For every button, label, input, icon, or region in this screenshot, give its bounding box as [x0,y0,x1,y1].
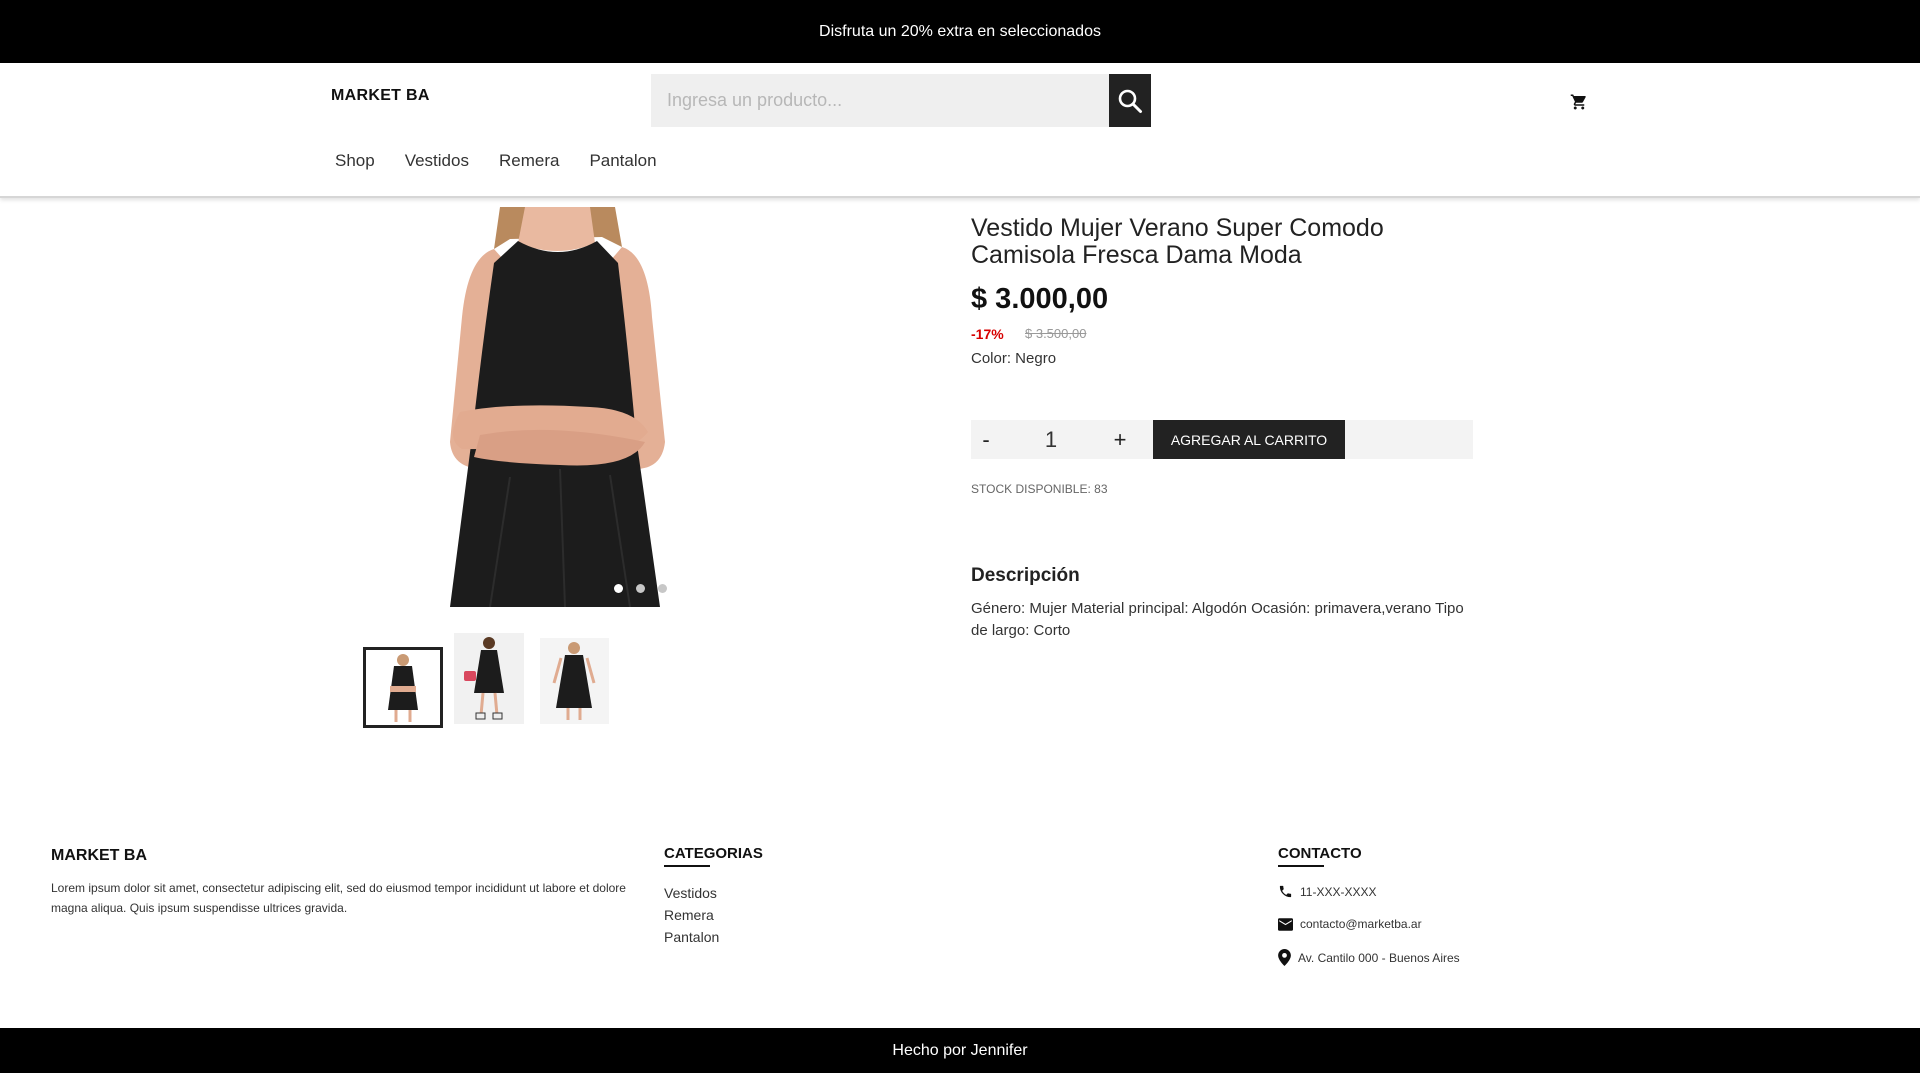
thumbnail-1[interactable] [363,647,443,728]
search-bar [651,74,1151,127]
footer-credit: Hecho por Jennifer [892,1041,1028,1059]
thumbnail-2[interactable] [454,633,524,724]
old-price: $ 3.500,00 [1025,326,1087,341]
contact-email: contacto@marketba.ar [1278,917,1422,931]
quantity-decrease-button[interactable]: - [971,420,1001,459]
contact-phone: 11-XXX-XXXX [1278,884,1376,899]
footer-credit-bar: Hecho por Jennifer [0,1028,1920,1073]
contact-address-text: Av. Cantilo 000 - Buenos Aires [1298,950,1460,965]
carousel-dot-1[interactable] [614,584,623,593]
discount-badge: -17% [971,326,1004,342]
product-photo [450,207,665,607]
product-main-image[interactable] [390,207,720,607]
nav-remera[interactable]: Remera [499,151,559,171]
carousel-dots [614,584,667,593]
nav-shop[interactable]: Shop [335,151,375,171]
contact-email-text[interactable]: contacto@marketba.ar [1300,917,1422,931]
nav-vestidos[interactable]: Vestidos [405,151,469,171]
footer-about: Lorem ipsum dolor sit amet, consectetur … [51,881,626,915]
product-title: Vestido Mujer Verano Super Comodo Camiso… [971,214,1384,269]
footer-contact-heading: CONTACTO [1278,845,1362,867]
main-nav: Shop Vestidos Remera Pantalon [335,151,687,171]
promo-text: Disfruta un 20% extra en seleccionados [819,22,1101,40]
cart-button[interactable] [1570,93,1590,113]
stock-available: STOCK DISPONIBLE: 83 [971,482,1108,496]
thumbnail-3-image [540,638,609,724]
quantity-value[interactable]: 1 [1031,420,1071,459]
cart-icon [1570,94,1586,110]
footer-categories-heading: CATEGORIAS [664,845,763,867]
contact-phone-text: 11-XXX-XXXX [1300,884,1377,899]
product-color: Color: Negro [971,350,1057,367]
nav-pantalon[interactable]: Pantalon [589,151,656,171]
phone-icon [1279,885,1292,898]
heading-underline [664,865,710,867]
footer-categories-list: Vestidos Remera Pantalon [664,882,719,948]
mail-icon [1278,917,1293,931]
footer-logo: MARKET BA [51,847,147,864]
search-input[interactable] [651,74,1109,127]
search-button[interactable] [1109,74,1151,127]
site-header: MARKET BA Shop Vestidos Remera Pantalon [0,63,1920,198]
site-logo[interactable]: MARKET BA [331,87,430,105]
quantity-increase-button[interactable]: + [1105,420,1135,459]
description-heading: Descripción [971,565,1080,586]
promo-bar: Disfruta un 20% extra en seleccionados [0,0,1920,63]
carousel-dot-2[interactable] [636,584,645,593]
contact-address: Av. Cantilo 000 - Buenos Aires [1278,949,1460,966]
search-icon [1118,89,1142,113]
footer-link-remera[interactable]: Remera [664,904,719,926]
footer-categories-title: CATEGORIAS [664,845,763,862]
location-pin-icon [1278,949,1291,966]
footer-link-vestidos[interactable]: Vestidos [664,882,719,904]
add-to-cart-button[interactable]: AGREGAR AL CARRITO [1153,420,1345,459]
product-price: $ 3.000,00 [971,283,1109,315]
footer-link-pantalon[interactable]: Pantalon [664,926,719,948]
footer-contact-title: CONTACTO [1278,845,1362,862]
heading-underline [1278,865,1324,867]
thumbnail-1-image [366,650,440,725]
thumbnail-3[interactable] [540,638,609,724]
carousel-dot-3[interactable] [658,584,667,593]
thumbnail-2-image [454,633,524,724]
description-text: Género: Mujer Material principal: Algodó… [971,600,1464,639]
